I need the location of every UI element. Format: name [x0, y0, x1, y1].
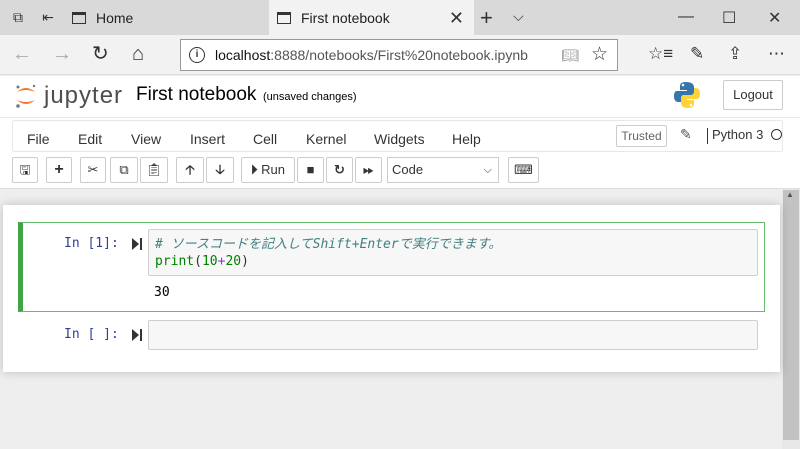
menubar: File Edit View Insert Cell Kernel Widget…: [0, 118, 800, 152]
home-icon[interactable]: ⌂: [132, 44, 144, 64]
favorites-icon[interactable]: ☆≡: [648, 44, 673, 64]
notebook-toolbar: 🖫︎ + ✂ ⧉ 📋︎ 🡡 🡣 ⏵︎ Run ■ ↻ ⏩︎ Code ⌵ ⌨: [0, 152, 800, 188]
restart-run-all-button[interactable]: ⏩︎: [355, 157, 382, 183]
menu-view[interactable]: View: [131, 131, 161, 147]
favorite-star-icon[interactable]: ☆: [591, 43, 608, 66]
move-down-button[interactable]: 🡣: [206, 157, 234, 183]
copy-button[interactable]: ⧉: [110, 157, 138, 183]
menu-help[interactable]: Help: [452, 131, 481, 147]
back-icon[interactable]: ←: [12, 44, 32, 64]
tab-home[interactable]: Home: [72, 0, 268, 35]
kernel-name: Python 3: [707, 128, 763, 144]
chevron-down-icon[interactable]: ⌵: [513, 8, 524, 25]
set-tabs-aside-icon[interactable]: ⇤: [40, 9, 56, 25]
keyboard-icon: ⌨: [514, 162, 533, 177]
jupyter-logo-icon[interactable]: [14, 83, 38, 109]
cell-type-select[interactable]: Code ⌵: [387, 157, 499, 183]
command-palette-button[interactable]: ⌨: [508, 157, 539, 183]
run-cell-icon[interactable]: [132, 238, 142, 250]
menu-edit[interactable]: Edit: [78, 131, 102, 147]
stop-icon: ■: [306, 162, 315, 177]
address-bar[interactable]: i localhost:8888/notebooks/First%20noteb…: [180, 39, 618, 71]
python-logo-icon: [674, 82, 700, 108]
close-window-icon[interactable]: ✕: [768, 8, 781, 28]
more-icon[interactable]: ⋯: [768, 44, 785, 64]
trusted-indicator[interactable]: Trusted: [616, 125, 667, 147]
maximize-icon[interactable]: ☐: [722, 8, 736, 28]
restart-icon: ↻: [334, 162, 345, 177]
notes-pen-icon[interactable]: ✎: [690, 44, 704, 64]
chevron-down-icon: ⌵: [483, 164, 492, 176]
scrollbar-thumb[interactable]: [783, 190, 799, 440]
code-line: print(10+20): [155, 254, 249, 269]
page-icon: [277, 11, 291, 24]
save-icon: 🖫︎: [19, 162, 31, 177]
menu-widgets[interactable]: Widgets: [374, 131, 425, 147]
cell-output: 30: [154, 285, 170, 300]
notebook-title[interactable]: First notebook: [136, 84, 256, 106]
fast-forward-icon: ⏩︎: [363, 162, 374, 177]
menu-file[interactable]: File: [27, 131, 50, 147]
tab-first-notebook[interactable]: First notebook ✕: [269, 0, 474, 35]
forward-icon[interactable]: →: [52, 44, 72, 64]
code-comment-line: # ソースコードを記入してShift+Enterで実行できます。: [155, 237, 502, 252]
save-button[interactable]: 🖫︎: [12, 157, 38, 183]
input-prompt: In [ ]:: [64, 327, 119, 342]
arrow-up-icon: 🡡: [185, 162, 195, 177]
run-label: Run: [261, 162, 285, 177]
scroll-up-icon[interactable]: ▲: [786, 190, 794, 199]
run-button[interactable]: ⏵︎ Run: [241, 157, 295, 183]
menu-insert[interactable]: Insert: [190, 131, 225, 147]
reading-view-icon[interactable]: 📖︎: [561, 47, 579, 64]
url-text: localhost:8888/notebooks/First%20noteboo…: [215, 47, 528, 63]
paste-button[interactable]: 📋︎: [140, 157, 168, 183]
browser-navbar: ← → ↻ ⌂ i localhost:8888/notebooks/First…: [0, 35, 800, 75]
share-icon[interactable]: ⇪: [728, 44, 742, 64]
menu-kernel[interactable]: Kernel: [306, 131, 346, 147]
logout-button[interactable]: Logout: [723, 80, 783, 110]
run-cell-icon[interactable]: [132, 329, 142, 341]
paste-icon: 📋︎: [145, 162, 163, 177]
save-status: (unsaved changes): [263, 91, 357, 103]
scissors-icon: ✂: [87, 162, 99, 177]
refresh-icon[interactable]: ↻: [92, 44, 109, 64]
menubar-container: File Edit View Insert Cell Kernel Widget…: [12, 120, 783, 152]
browser-titlebar: ⧉ ⇤ Home First notebook ✕ + ⌵ — ☐ ✕: [0, 0, 800, 35]
close-tab-icon[interactable]: ✕: [449, 8, 464, 29]
tab-label: First notebook: [301, 9, 390, 26]
pencil-icon[interactable]: ✎: [680, 126, 692, 143]
new-tab-icon[interactable]: +: [480, 5, 493, 31]
tab-label: Home: [96, 9, 134, 26]
jupyter-wordmark: jupyter: [44, 82, 124, 109]
interrupt-button[interactable]: ■: [297, 157, 324, 183]
copy-icon: ⧉: [119, 162, 129, 177]
code-input-empty[interactable]: [148, 320, 758, 350]
minimize-icon[interactable]: —: [678, 8, 694, 26]
move-up-button[interactable]: 🡡: [176, 157, 204, 183]
cell-type-value: Code: [392, 162, 424, 177]
arrow-down-icon: 🡣: [215, 162, 225, 177]
kernel-status-icon: [771, 129, 782, 140]
tab-actions-icon[interactable]: ⧉: [10, 9, 26, 25]
plus-icon: +: [54, 161, 64, 178]
insert-cell-button[interactable]: +: [46, 157, 72, 183]
restart-button[interactable]: ↻: [326, 157, 353, 183]
cut-button[interactable]: ✂: [80, 157, 106, 183]
step-forward-icon: ⏵︎: [251, 162, 258, 177]
input-prompt: In [1]:: [64, 236, 119, 251]
menu-cell[interactable]: Cell: [253, 131, 277, 147]
jupyter-header: jupyter First notebook (unsaved changes)…: [0, 76, 800, 117]
info-icon[interactable]: i: [189, 47, 205, 63]
page-icon: [72, 11, 86, 24]
